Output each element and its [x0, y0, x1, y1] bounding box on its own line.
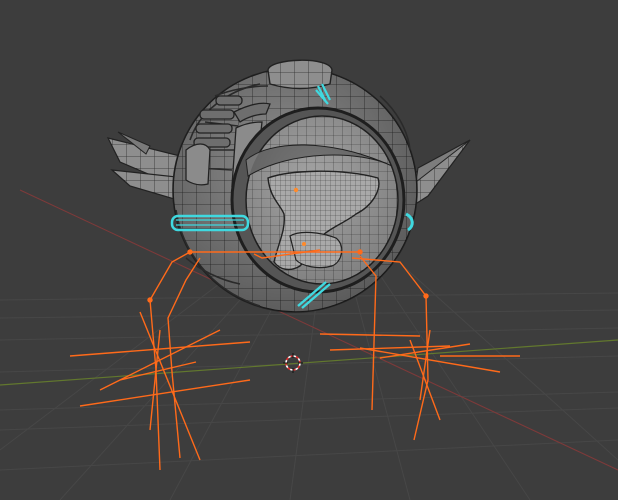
x-axis-line — [0, 339, 618, 386]
object-origin — [293, 187, 299, 193]
viewport-scene[interactable] — [0, 0, 618, 500]
3d-cursor-icon[interactable] — [283, 353, 303, 373]
armature-origin — [302, 242, 306, 246]
3d-viewport[interactable] — [0, 0, 618, 500]
